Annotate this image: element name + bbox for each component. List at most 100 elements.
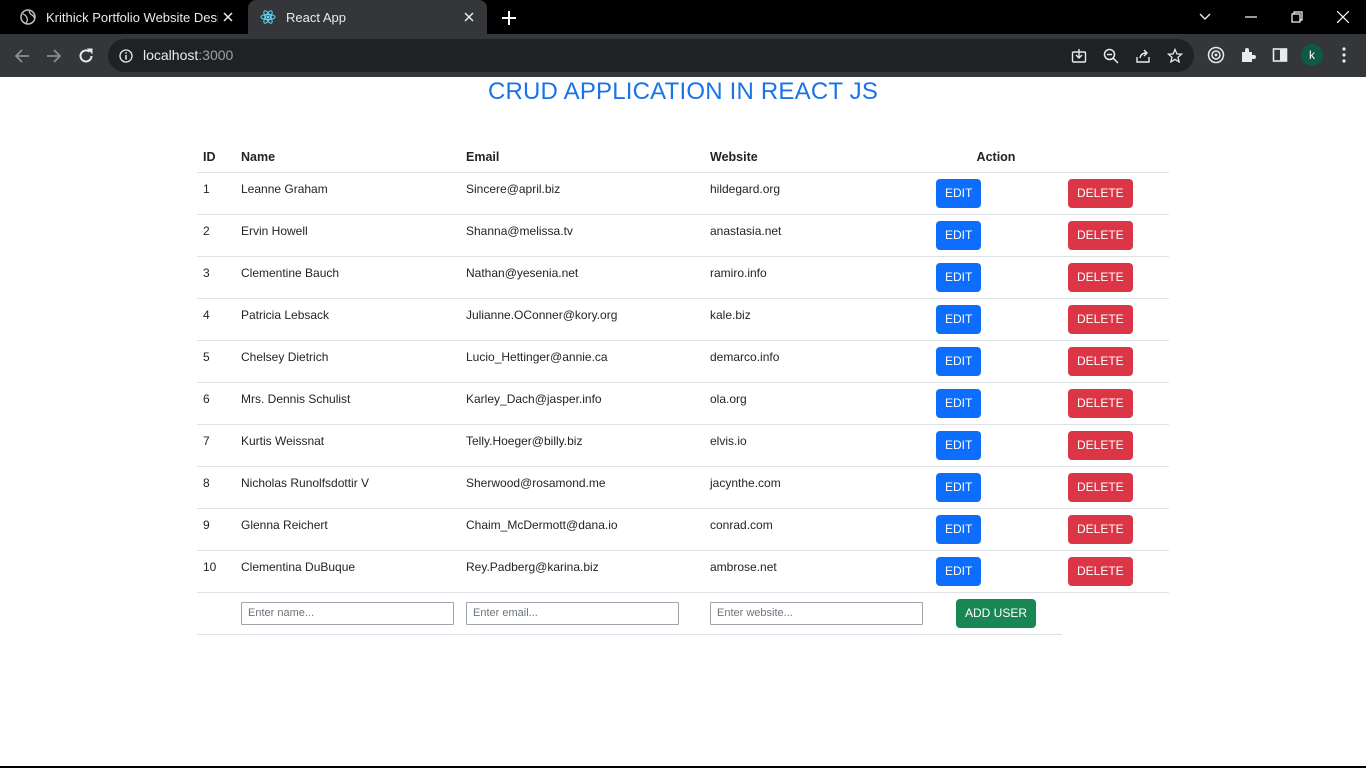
- cell-email: Karley_Dach@jasper.info: [460, 382, 704, 425]
- cell-delete: DELETE: [1062, 466, 1169, 509]
- header-id: ID: [197, 143, 235, 173]
- edit-button[interactable]: EDIT: [936, 178, 982, 208]
- cell-name: Mrs. Dennis Schulist: [235, 382, 460, 425]
- table-header-row: ID Name Email Website Action: [197, 143, 1169, 173]
- cell-website: ola.org: [704, 382, 930, 425]
- delete-button[interactable]: DELETE: [1068, 346, 1133, 376]
- delete-button[interactable]: DELETE: [1068, 178, 1133, 208]
- cell-name: Clementina DuBuque: [235, 550, 460, 593]
- edit-button[interactable]: EDIT: [936, 514, 982, 544]
- edit-button[interactable]: EDIT: [936, 304, 982, 334]
- delete-button[interactable]: DELETE: [1068, 556, 1133, 586]
- table-row: 5 Chelsey Dietrich Lucio_Hettinger@annie.c…: [197, 340, 1169, 383]
- cell-edit: EDIT: [930, 508, 1062, 551]
- site-info-icon[interactable]: [117, 47, 135, 65]
- cell-id: 6: [197, 382, 235, 425]
- edit-button[interactable]: EDIT: [936, 262, 982, 292]
- url-host: localhost: [143, 47, 199, 63]
- back-arrow-icon[interactable]: [9, 43, 35, 69]
- cell-name: Ervin Howell: [235, 214, 460, 257]
- address-bar[interactable]: localhost:3000: [108, 39, 1194, 72]
- window-close-icon[interactable]: [1320, 0, 1366, 34]
- tab-title: Krithick Portfolio Website Design: [46, 9, 218, 25]
- delete-button[interactable]: DELETE: [1068, 388, 1133, 418]
- table-row: 2 Ervin Howell Shanna@melissa.tv anastasia.…: [197, 214, 1169, 257]
- tab-portfolio[interactable]: Krithick Portfolio Website Design: [8, 0, 246, 34]
- cell-edit: EDIT: [930, 550, 1062, 593]
- side-panel-icon[interactable]: [1269, 44, 1291, 66]
- cell-website: conrad.com: [704, 508, 930, 551]
- edit-button[interactable]: EDIT: [936, 472, 982, 502]
- cell-edit: EDIT: [930, 172, 1062, 215]
- cell-id: 10: [197, 550, 235, 593]
- extensions-puzzle-icon[interactable]: [1237, 44, 1259, 66]
- minimize-icon[interactable]: [1228, 0, 1274, 34]
- table-row: 8 Nicholas Runolfsdottir V Sherwood@rosamo…: [197, 466, 1169, 509]
- cell-email: Rey.Padberg@karina.biz: [460, 550, 704, 593]
- edit-button[interactable]: EDIT: [936, 346, 982, 376]
- edit-button[interactable]: EDIT: [936, 556, 982, 586]
- table-row: 6 Mrs. Dennis Schulist Karley_Dach@jasper.…: [197, 382, 1169, 425]
- zoom-icon[interactable]: [1100, 45, 1122, 67]
- cell-website: jacynthe.com: [704, 466, 930, 509]
- cell-website: ambrose.net: [704, 550, 930, 593]
- cell-id: 9: [197, 508, 235, 551]
- cell-edit: EDIT: [930, 466, 1062, 509]
- add-user-button[interactable]: ADD USER: [955, 598, 1036, 628]
- cell-delete: DELETE: [1062, 214, 1169, 257]
- delete-button[interactable]: DELETE: [1068, 262, 1133, 292]
- cell-add-website: [704, 592, 930, 634]
- cell-website: kale.biz: [704, 298, 930, 341]
- restore-icon[interactable]: [1274, 0, 1320, 34]
- react-icon: [260, 9, 276, 25]
- cell-add-name: [235, 592, 460, 634]
- edit-button[interactable]: EDIT: [936, 220, 982, 250]
- cell-id: 4: [197, 298, 235, 341]
- header-email: Email: [460, 143, 704, 173]
- tab-search-icon[interactable]: [1182, 0, 1228, 34]
- delete-button[interactable]: DELETE: [1068, 514, 1133, 544]
- cell-add-id: [197, 592, 235, 634]
- close-icon[interactable]: [459, 7, 479, 27]
- cell-id: 8: [197, 466, 235, 509]
- cell-delete: DELETE: [1062, 508, 1169, 551]
- cell-delete: DELETE: [1062, 382, 1169, 425]
- cell-edit: EDIT: [930, 298, 1062, 341]
- edit-button[interactable]: EDIT: [936, 430, 982, 460]
- tab-title: React App: [286, 9, 346, 25]
- cell-id: 2: [197, 214, 235, 257]
- website-input[interactable]: [710, 601, 923, 625]
- cell-delete: DELETE: [1062, 172, 1169, 215]
- close-icon[interactable]: [218, 7, 238, 27]
- bookmark-star-icon[interactable]: [1164, 45, 1186, 67]
- profile-avatar[interactable]: k: [1301, 44, 1323, 66]
- cell-name: Kurtis Weissnat: [235, 424, 460, 467]
- name-input[interactable]: [241, 601, 454, 625]
- delete-button[interactable]: DELETE: [1068, 472, 1133, 502]
- table-row: 10 Clementina DuBuque Rey.Padberg@karina.b…: [197, 550, 1169, 593]
- cell-email: Chaim_McDermott@dana.io: [460, 508, 704, 551]
- cell-email: Telly.Hoeger@billy.biz: [460, 424, 704, 467]
- cell-id: 5: [197, 340, 235, 383]
- add-user-row: ADD USER: [197, 592, 1169, 634]
- cell-name: Nicholas Runolfsdottir V: [235, 466, 460, 509]
- tab-react-app[interactable]: React App: [248, 0, 487, 34]
- delete-button[interactable]: DELETE: [1068, 304, 1133, 334]
- reload-icon[interactable]: [73, 43, 99, 69]
- cell-delete: DELETE: [1062, 256, 1169, 299]
- menu-kebab-icon[interactable]: [1333, 44, 1355, 66]
- edit-button[interactable]: EDIT: [936, 388, 982, 418]
- cell-website: ramiro.info: [704, 256, 930, 299]
- forward-arrow-icon[interactable]: [41, 43, 67, 69]
- cell-website: hildegard.org: [704, 172, 930, 215]
- new-tab-button[interactable]: [498, 7, 520, 29]
- email-input[interactable]: [466, 601, 679, 625]
- delete-button[interactable]: DELETE: [1068, 430, 1133, 460]
- extension-target-icon[interactable]: [1205, 44, 1227, 66]
- share-icon[interactable]: [1132, 45, 1154, 67]
- table-row: 7 Kurtis Weissnat Telly.Hoeger@billy.biz el…: [197, 424, 1169, 467]
- delete-button[interactable]: DELETE: [1068, 220, 1133, 250]
- add-row-divider: [197, 634, 1062, 635]
- cell-email: Lucio_Hettinger@annie.ca: [460, 340, 704, 383]
- install-app-icon[interactable]: [1068, 45, 1090, 67]
